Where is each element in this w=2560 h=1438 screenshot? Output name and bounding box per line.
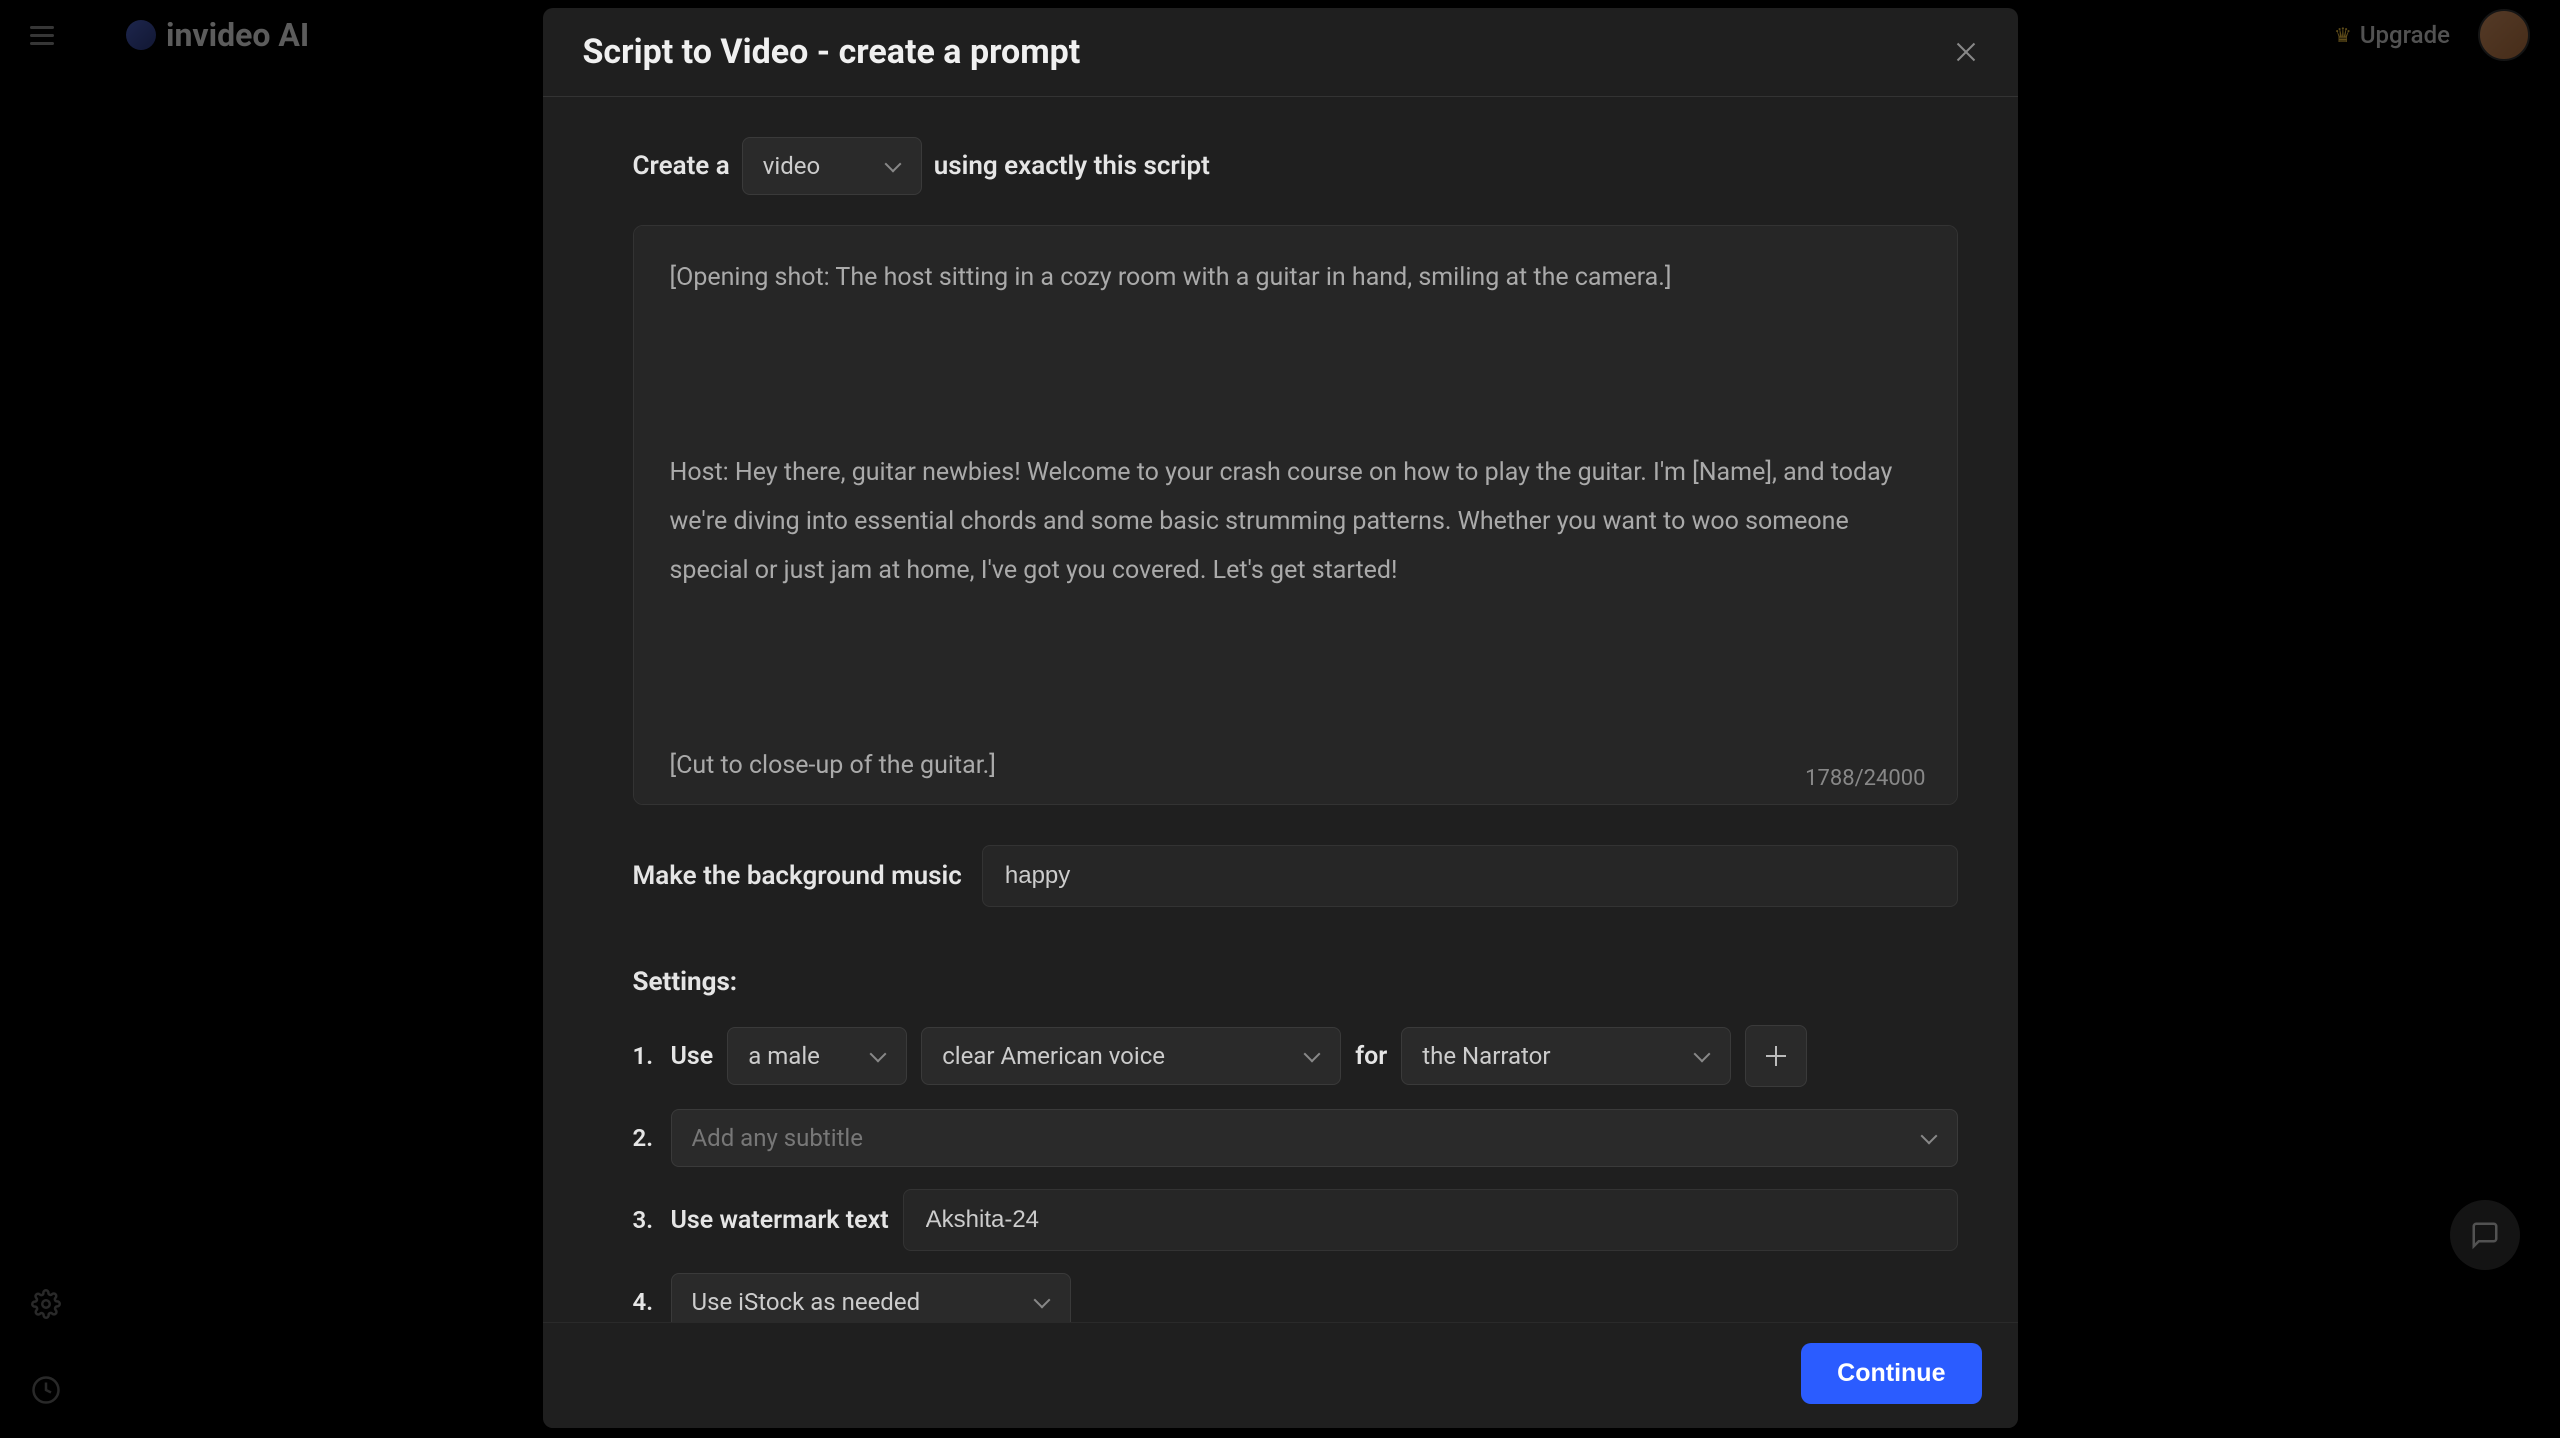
chevron-down-icon	[1921, 1130, 1937, 1146]
setting-number-3: 3.	[633, 1206, 657, 1234]
modal-body: Create a video using exactly this script…	[543, 97, 2018, 1322]
modal-title: Script to Video - create a prompt	[583, 32, 1081, 72]
script-textarea[interactable]	[633, 225, 1958, 805]
subtitle-select[interactable]: Add any subtitle	[671, 1109, 1958, 1167]
modal-footer: Continue	[543, 1322, 2018, 1428]
watermark-label: Use watermark text	[671, 1206, 889, 1235]
music-row: Make the background music	[633, 845, 1958, 907]
narrator-value: the Narrator	[1422, 1042, 1550, 1070]
music-label: Make the background music	[633, 861, 962, 891]
chevron-down-icon	[1694, 1048, 1710, 1064]
setting-number-1: 1.	[633, 1042, 657, 1070]
chevron-down-icon	[1034, 1294, 1050, 1310]
modal-overlay: Script to Video - create a prompt Create…	[0, 0, 2560, 1438]
voice-accent-select[interactable]: clear American voice	[921, 1027, 1341, 1085]
setting-number-2: 2.	[633, 1124, 657, 1152]
add-voice-button[interactable]	[1745, 1025, 1807, 1087]
chevron-down-icon	[885, 158, 901, 174]
istock-select[interactable]: Use iStock as needed	[671, 1273, 1071, 1322]
continue-button[interactable]: Continue	[1801, 1343, 1981, 1404]
setting-number-4: 4.	[633, 1288, 657, 1316]
close-icon[interactable]	[1954, 40, 1978, 64]
create-a-label: Create a	[633, 151, 730, 181]
video-type-value: video	[763, 152, 820, 180]
voice-accent-value: clear American voice	[942, 1042, 1165, 1070]
setting-row-3: 3. Use watermark text	[633, 1189, 1958, 1251]
for-label: for	[1355, 1042, 1387, 1071]
settings-heading: Settings:	[633, 967, 1958, 997]
script-to-video-modal: Script to Video - create a prompt Create…	[543, 8, 2018, 1428]
script-textarea-wrapper: 1788/24000	[633, 225, 1958, 809]
chevron-down-icon	[870, 1048, 886, 1064]
subtitle-placeholder: Add any subtitle	[692, 1124, 864, 1152]
music-input[interactable]	[982, 845, 1958, 907]
modal-header: Script to Video - create a prompt	[543, 8, 2018, 97]
watermark-input[interactable]	[903, 1189, 1958, 1251]
chevron-down-icon	[1304, 1048, 1320, 1064]
setting-row-1: 1. Use a male clear American voice for t…	[633, 1025, 1958, 1087]
char-count: 1788/24000	[1805, 766, 1925, 791]
voice-gender-value: a male	[748, 1042, 820, 1070]
create-a-row: Create a video using exactly this script	[633, 137, 1958, 195]
setting-row-2: 2. Add any subtitle	[633, 1109, 1958, 1167]
video-type-select[interactable]: video	[742, 137, 922, 195]
narrator-select[interactable]: the Narrator	[1401, 1027, 1731, 1085]
voice-gender-select[interactable]: a male	[727, 1027, 907, 1085]
istock-value: Use iStock as needed	[692, 1288, 921, 1316]
use-label: Use	[671, 1042, 714, 1071]
setting-row-4: 4. Use iStock as needed	[633, 1273, 1958, 1322]
using-exactly-label: using exactly this script	[934, 151, 1210, 181]
